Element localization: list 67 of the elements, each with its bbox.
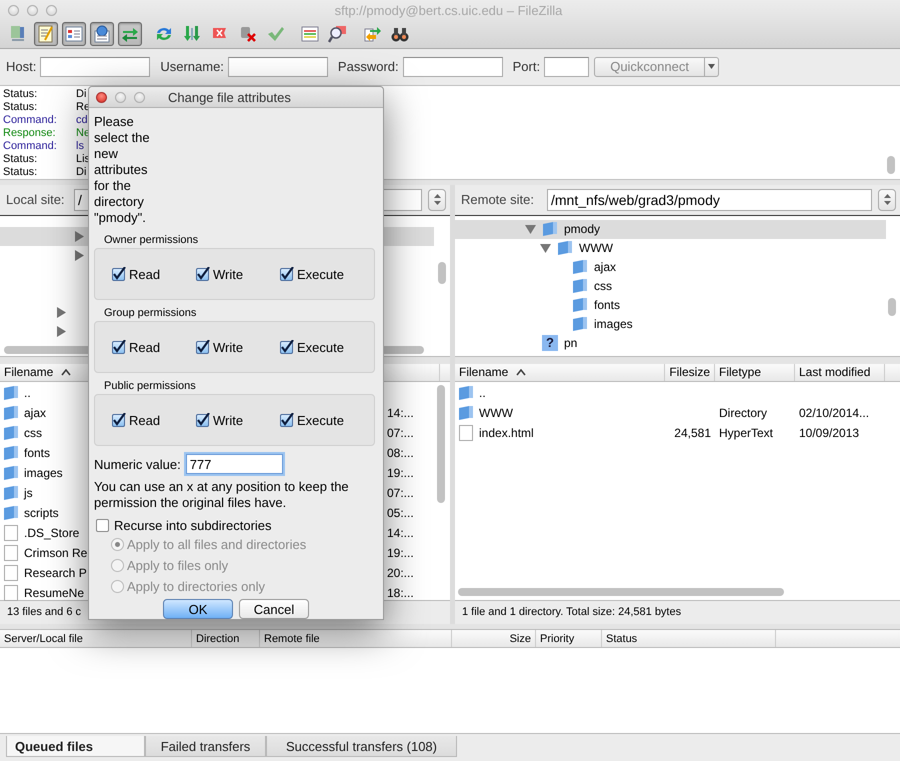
header-label: Filesize (669, 365, 710, 380)
radio-label: Apply to directories only (127, 579, 266, 594)
tree-label: images (594, 317, 633, 332)
field-label: Username: (160, 59, 224, 74)
field-label: Host: (6, 59, 36, 74)
checkbox-label: Write (213, 266, 244, 282)
log-label: Command: (2, 114, 58, 127)
field-label: Port: (512, 59, 540, 74)
hint-text: You can use an x at any position to keep the permission the original files have. (94, 479, 350, 511)
header-label: Last modified (799, 365, 870, 380)
checkbox-label: Execute (297, 266, 344, 282)
table-cell-text: 07:... (387, 426, 415, 440)
header-label: Filetype (719, 365, 762, 380)
tree-label: pn (564, 336, 578, 350)
field-label: Password: (338, 59, 399, 74)
table-cell-text: 07:... (387, 486, 415, 500)
checkbox-label: Execute (297, 412, 344, 428)
table-cell-text: 19:... (387, 466, 415, 480)
table-cell: 02/10/2014... (799, 406, 870, 420)
log-label: Command: (2, 140, 58, 153)
table-cell: HyperText (719, 426, 774, 440)
log-label: Response: (2, 126, 57, 140)
log-message: cd (76, 114, 88, 127)
dialog-message: Please select the new attributes for the directory "pmody". (94, 114, 151, 226)
site-label: Local site: (6, 192, 66, 208)
log-message: ls (76, 140, 84, 153)
table-cell-text: 14:... (387, 406, 415, 420)
table-cell: Directory (719, 406, 768, 420)
log-message: Di (76, 166, 86, 179)
table-cell-text: 05:... (387, 506, 415, 520)
radio-label: Apply to files only (127, 558, 228, 573)
table-cell-text: 14:... (387, 526, 415, 540)
table-cell-text: 20:... (387, 566, 415, 580)
table-cell-text: 18:... (387, 586, 415, 600)
tree-label: fonts (594, 298, 620, 312)
checkbox-label: Read (129, 340, 160, 354)
log-label: Status: (2, 88, 38, 101)
table-cell: 24,581 (674, 426, 711, 440)
header-label: Filename (459, 365, 508, 380)
checkbox-label: Write (213, 412, 244, 428)
tree-label: WWW (579, 241, 613, 256)
status-text: 1 file and 1 directory. Total size: 24,581 bytes (455, 600, 900, 623)
tree-label: css (594, 279, 612, 294)
unknown-icon: ? (542, 335, 558, 352)
table-cell: 10/09/2013 (799, 426, 860, 440)
site-label: Remote site: (461, 192, 535, 208)
checkbox-label: Execute (297, 340, 344, 354)
table-cell-text: 19:... (387, 546, 415, 560)
tree-label: ajax (594, 260, 616, 274)
checkbox-label: Recurse into subdirectories (114, 518, 272, 533)
tree-label: pmody (564, 222, 600, 236)
dialog-title: Change file attributes (168, 90, 291, 104)
radio-label: Apply to all files and directories (127, 537, 306, 552)
checkbox-label: Write (213, 340, 244, 354)
log-label: Status: (2, 152, 38, 166)
group-title: Owner permissions (103, 233, 200, 248)
checkbox-label: Read (129, 266, 160, 282)
log-label: Status: (2, 100, 38, 114)
table-cell-text: 08:... (387, 446, 415, 460)
checkbox-label: Read (129, 412, 160, 428)
group-title: Public permissions (103, 379, 197, 394)
header-label: Filename (4, 365, 54, 380)
log-label: Status: (2, 166, 38, 179)
group-title: Group permissions (103, 306, 198, 321)
log-message: Di (76, 88, 86, 101)
window-title: sftp://pmody@bert.cs.uic.edu – FileZilla (334, 2, 564, 18)
field-label: Numeric value: (94, 456, 181, 472)
